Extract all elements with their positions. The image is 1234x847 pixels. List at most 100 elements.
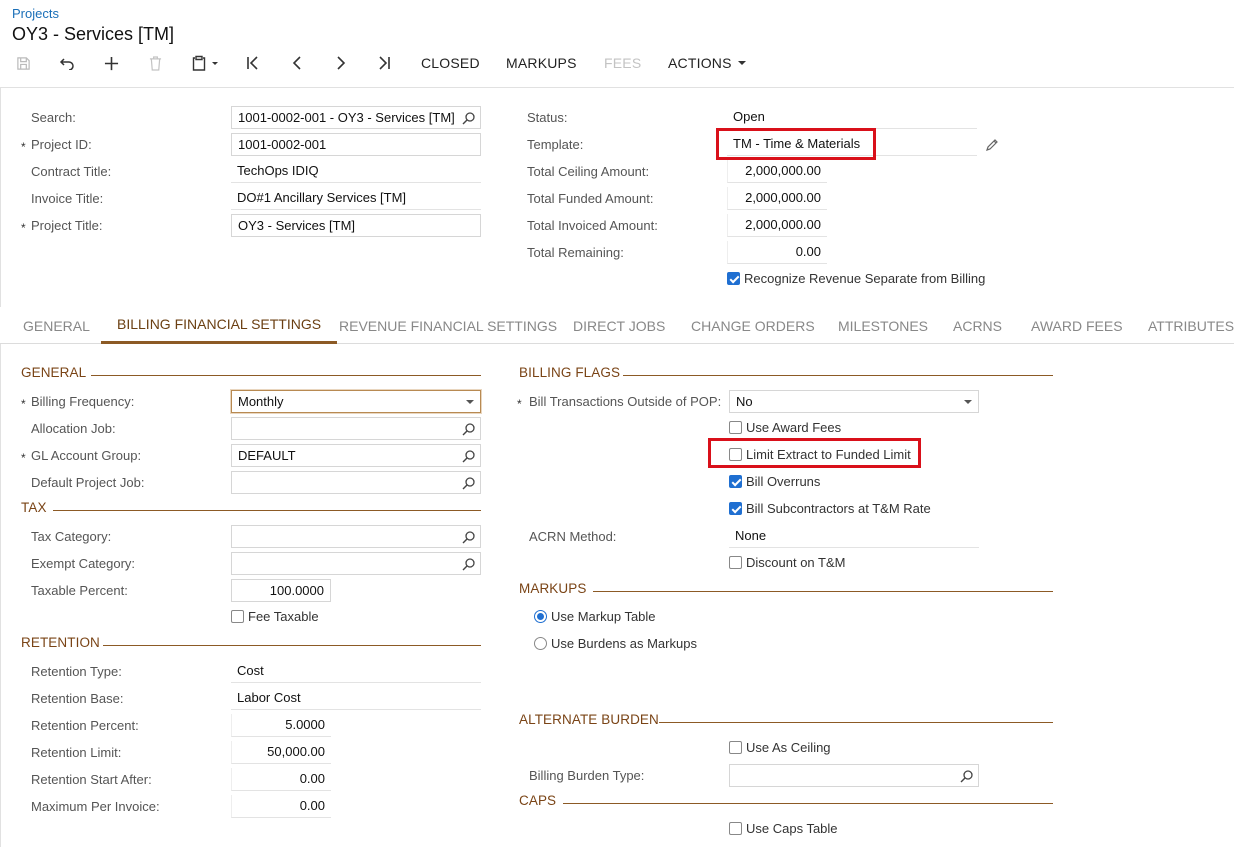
fees-button[interactable]: FEES: [604, 50, 641, 76]
retention-limit-value: 50,000.00: [231, 741, 331, 764]
checkbox-checked[interactable]: [729, 475, 742, 488]
tab-billing-financial-settings[interactable]: BILLING FINANCIAL SETTINGS: [101, 307, 338, 344]
tax-category-field[interactable]: [231, 525, 481, 548]
checkbox-unchecked[interactable]: [729, 421, 742, 434]
checkbox-checked[interactable]: [729, 502, 742, 515]
bill-outside-pop-select[interactable]: No: [729, 390, 979, 413]
checkbox-unchecked[interactable]: [231, 610, 244, 623]
required-marker: *: [21, 221, 26, 235]
radio-unselected[interactable]: [534, 637, 547, 650]
funded-label: Total Funded Amount:: [527, 191, 654, 206]
search-icon[interactable]: [462, 557, 476, 571]
tab-acrns[interactable]: ACRNS: [937, 307, 1018, 344]
next-record-icon[interactable]: [331, 50, 351, 76]
tax-category-label: Tax Category:: [31, 529, 112, 544]
taxable-percent-field[interactable]: 100.0000: [231, 579, 331, 602]
billing-frequency-select[interactable]: Monthly: [231, 390, 481, 413]
recognize-revenue-checkbox[interactable]: Recognize Revenue Separate from Billing: [727, 271, 985, 286]
save-icon[interactable]: [14, 50, 32, 76]
tab-direct-jobs[interactable]: DIRECT JOBS: [557, 307, 681, 344]
breadcrumb[interactable]: Projects: [12, 6, 59, 21]
toolbar: CLOSED MARKUPS FEES ACTIONS: [0, 50, 1234, 76]
use-caps-table-checkbox[interactable]: Use Caps Table: [729, 821, 838, 836]
billing-frequency-value: Monthly: [238, 394, 284, 409]
tab-milestones[interactable]: MILESTONES: [822, 307, 944, 344]
required-marker: *: [21, 397, 26, 411]
tab-general[interactable]: GENERAL: [7, 307, 106, 344]
gl-account-group-label: GL Account Group:: [31, 448, 142, 463]
use-markup-table-radio[interactable]: Use Markup Table: [534, 609, 656, 624]
closed-button[interactable]: CLOSED: [421, 50, 480, 76]
retention-type-value: Cost: [231, 660, 481, 683]
tab-attributes[interactable]: ATTRIBUTES: [1132, 307, 1234, 344]
markups-button[interactable]: MARKUPS: [506, 50, 577, 76]
search-icon[interactable]: [462, 111, 476, 125]
checkbox-checked[interactable]: [727, 272, 740, 285]
invoiced-label: Total Invoiced Amount:: [527, 218, 658, 233]
retention-start-value: 0.00: [231, 768, 331, 791]
maximum-per-invoice-value: 0.00: [231, 795, 331, 818]
gl-account-group-field[interactable]: DEFAULT: [231, 444, 481, 467]
first-record-icon[interactable]: [243, 50, 263, 76]
edit-pencil-icon[interactable]: [985, 138, 999, 152]
checkbox-unchecked[interactable]: [729, 822, 742, 835]
use-markup-table-label: Use Markup Table: [551, 609, 656, 624]
actions-label: ACTIONS: [668, 55, 732, 71]
discount-tm-checkbox[interactable]: Discount on T&M: [729, 555, 845, 570]
use-as-ceiling-label: Use As Ceiling: [746, 740, 831, 755]
use-as-ceiling-checkbox[interactable]: Use As Ceiling: [729, 740, 831, 755]
invoiced-value: 2,000,000.00: [727, 214, 827, 237]
search-field[interactable]: 1001-0002-001 - OY3 - Services [TM]: [231, 106, 481, 129]
last-record-icon[interactable]: [374, 50, 394, 76]
bill-subcontractors-checkbox[interactable]: Bill Subcontractors at T&M Rate: [729, 501, 931, 516]
previous-record-icon[interactable]: [287, 50, 307, 76]
fee-taxable-label: Fee Taxable: [248, 609, 319, 624]
search-icon[interactable]: [462, 422, 476, 436]
project-id-field[interactable]: 1001-0002-001: [231, 133, 481, 156]
fee-taxable-checkbox[interactable]: Fee Taxable: [231, 609, 319, 624]
default-project-job-field[interactable]: [231, 471, 481, 494]
section-divider: [103, 645, 481, 646]
bill-overruns-checkbox[interactable]: Bill Overruns: [729, 474, 820, 489]
funded-value: 2,000,000.00: [727, 187, 827, 210]
search-value: 1001-0002-001 - OY3 - Services [TM]: [238, 110, 455, 125]
exempt-category-field[interactable]: [231, 552, 481, 575]
clipboard-icon[interactable]: [190, 50, 222, 76]
use-burdens-radio[interactable]: Use Burdens as Markups: [534, 636, 697, 651]
use-award-fees-checkbox[interactable]: Use Award Fees: [729, 420, 841, 435]
project-title-field[interactable]: OY3 - Services [TM]: [231, 214, 481, 237]
gl-account-group-value: DEFAULT: [238, 448, 296, 463]
delete-icon[interactable]: [145, 50, 165, 76]
acrn-method-value: None: [729, 525, 979, 548]
add-icon[interactable]: [101, 50, 121, 76]
tab-revenue-financial-settings[interactable]: REVENUE FINANCIAL SETTINGS: [323, 307, 573, 344]
taxable-percent-label: Taxable Percent:: [31, 583, 128, 598]
search-icon[interactable]: [462, 449, 476, 463]
tab-change-orders[interactable]: CHANGE ORDERS: [675, 307, 831, 344]
status-label: Status:: [527, 110, 568, 125]
checkbox-unchecked[interactable]: [729, 556, 742, 569]
tab-award-fees[interactable]: AWARD FEES: [1015, 307, 1139, 344]
bill-outside-pop-value: No: [736, 394, 753, 409]
bill-overruns-label: Bill Overruns: [746, 474, 821, 489]
actions-menu-button[interactable]: ACTIONS: [668, 50, 747, 76]
limit-extract-highlight-box: [708, 438, 921, 468]
undo-icon[interactable]: [57, 50, 77, 76]
ceiling-label: Total Ceiling Amount:: [527, 164, 650, 179]
allocation-job-field[interactable]: [231, 417, 481, 440]
discount-tm-label: Discount on T&M: [746, 555, 846, 570]
billing-burden-type-field[interactable]: [729, 764, 979, 787]
retention-base-label: Retention Base:: [31, 691, 124, 706]
search-icon[interactable]: [462, 476, 476, 490]
checkbox-unchecked[interactable]: [729, 741, 742, 754]
search-icon[interactable]: [462, 530, 476, 544]
chevron-down-icon[interactable]: [964, 400, 972, 404]
search-icon[interactable]: [960, 769, 974, 783]
project-title-label: Project Title:: [31, 218, 103, 233]
chevron-down-icon[interactable]: [466, 400, 474, 404]
maximum-per-invoice-label: Maximum Per Invoice:: [31, 799, 160, 814]
radio-selected[interactable]: [534, 610, 547, 623]
contract-title-label: Contract Title:: [31, 164, 112, 179]
contract-title-value: TechOps IDIQ: [231, 160, 481, 183]
remaining-value: 0.00: [727, 241, 827, 264]
